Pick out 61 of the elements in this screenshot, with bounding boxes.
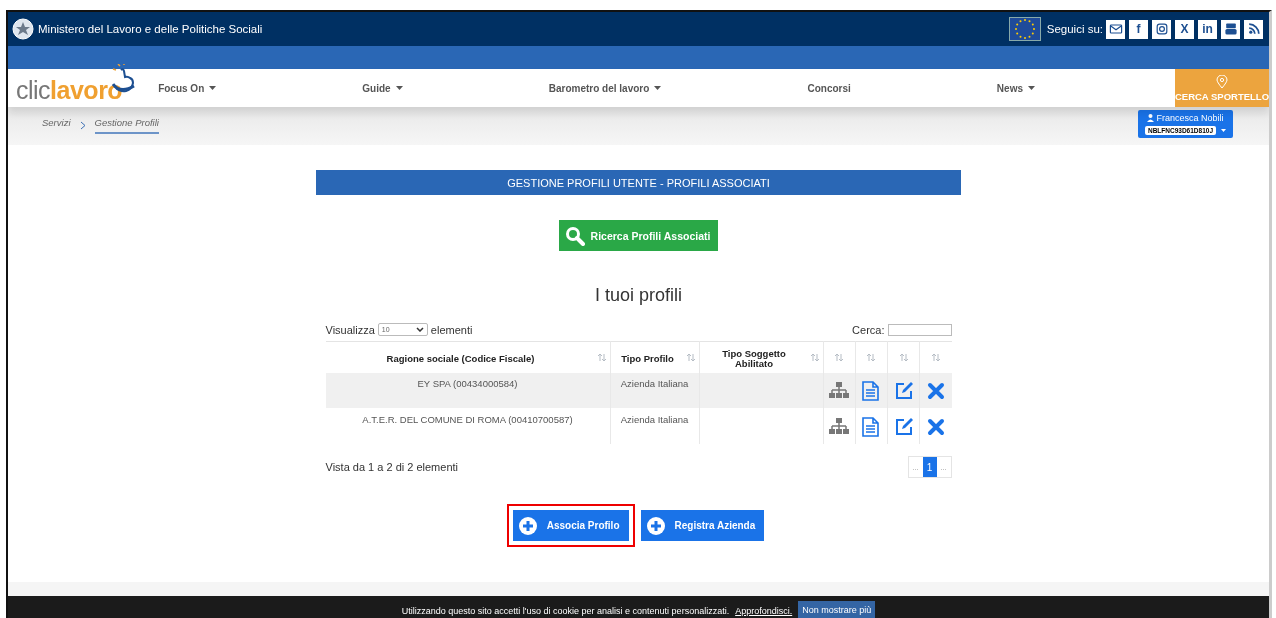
eu-flag-icon xyxy=(1008,17,1041,41)
document-icon[interactable] xyxy=(861,417,882,437)
table-cell: Azienda Italiana xyxy=(620,378,689,389)
social-link[interactable]: f xyxy=(1129,19,1148,39)
caret-icon xyxy=(209,86,217,90)
social-link[interactable] xyxy=(1244,19,1263,39)
social-link[interactable]: in xyxy=(1198,19,1217,39)
org-chart-icon[interactable] xyxy=(829,417,850,437)
show-label: Visualizza xyxy=(325,323,375,336)
table-info: Vista da 1 a 2 di 2 elementi xyxy=(325,461,458,473)
breadcrumb-link[interactable]: Servizi xyxy=(42,117,71,134)
table-cell: A.T.E.R. DEL COMUNE DI ROMA (00410700587) xyxy=(362,414,573,425)
action-button[interactable]: Registra Azienda xyxy=(640,510,765,541)
nav-link[interactable]: Concorsi xyxy=(807,82,851,94)
cookie-message: Utilizzando questo sito accetti l'uso di cookie per analisi e contenuti personalizzati. xyxy=(401,606,730,618)
cookie-link[interactable]: Approfondisci. xyxy=(735,606,793,618)
document-icon[interactable] xyxy=(861,381,882,401)
org-chart-icon[interactable] xyxy=(829,381,850,401)
location-pin-icon xyxy=(1216,74,1228,89)
video-icon xyxy=(1222,21,1239,37)
plus-circle-icon xyxy=(646,516,665,535)
user-icon xyxy=(1147,114,1155,122)
section-title: I tuoi profili xyxy=(594,284,682,306)
mail-icon xyxy=(1107,21,1124,37)
column-header[interactable]: Tipo Profilo xyxy=(614,350,681,364)
column-header[interactable]: Ragione sociale (Codice Fiscale) xyxy=(329,350,592,364)
chevron-right-icon xyxy=(79,121,86,130)
social-link[interactable]: X xyxy=(1175,19,1194,39)
table-cell: EY SPA (00434000584) xyxy=(417,378,518,389)
search-icon xyxy=(564,225,585,246)
panel-title: GESTIONE PROFILI UTENTE - PROFILI ASSOCIATI xyxy=(316,170,961,195)
edit-icon[interactable] xyxy=(893,381,914,401)
caret-icon xyxy=(1028,86,1035,90)
delete-icon[interactable] xyxy=(925,381,946,401)
search-label: Cerca: xyxy=(852,323,885,336)
nav-link[interactable]: News xyxy=(996,82,1035,94)
table-cell: Azienda Italiana xyxy=(620,414,689,425)
delete-icon[interactable] xyxy=(925,417,946,437)
emblem-icon xyxy=(12,18,34,40)
social-link[interactable] xyxy=(1152,19,1171,39)
entries-label: elementi xyxy=(430,323,473,336)
caret-icon xyxy=(654,86,662,90)
chevron-down-icon xyxy=(415,327,424,332)
site-title[interactable]: Ministero del Lavoro e delle Politiche Sociali xyxy=(38,23,263,35)
social-link[interactable] xyxy=(1106,19,1125,39)
caret-icon xyxy=(1221,129,1226,132)
nav-link[interactable]: Barometro del lavoro xyxy=(548,82,662,94)
edit-icon[interactable] xyxy=(893,417,914,437)
plus-circle-icon xyxy=(518,516,537,535)
nav-link[interactable]: Guide xyxy=(362,82,403,94)
action-button[interactable]: Associa Profilo xyxy=(512,510,629,541)
nav-link[interactable]: Focus On xyxy=(158,82,217,94)
social-link[interactable] xyxy=(1221,19,1240,39)
dismiss-button[interactable]: Non mostrare più xyxy=(798,601,876,618)
caret-icon xyxy=(395,86,403,90)
follow-label: Seguici su: xyxy=(1046,23,1103,35)
page-link[interactable]: 1 xyxy=(922,457,937,477)
column-header[interactable]: Tipo Soggetto Abilitato xyxy=(703,345,805,369)
breadcrumb-link[interactable]: Gestione Profili xyxy=(94,117,159,134)
search-field[interactable] xyxy=(887,323,952,336)
logo[interactable]: cliclavoro xyxy=(16,73,123,103)
